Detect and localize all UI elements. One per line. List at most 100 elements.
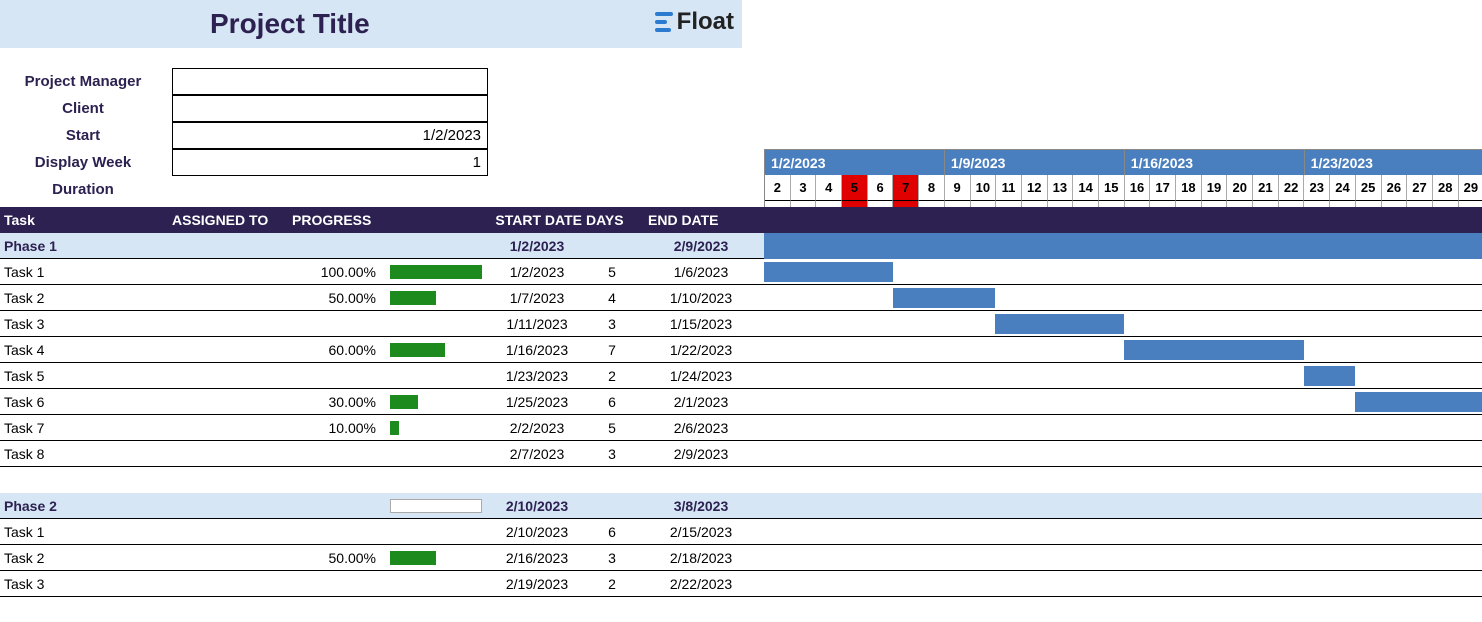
column-header-row: Task ASSIGNED TO PROGRESS START DATE DAY… <box>0 207 1482 233</box>
progress-bar <box>390 522 488 542</box>
days[interactable]: 6 <box>586 394 638 410</box>
task-row[interactable]: Task 1 2/10/202362/15/2023 <box>0 519 1482 545</box>
task-name[interactable]: Task 3 <box>0 576 172 592</box>
progress-value[interactable]: 50.00% <box>292 550 390 566</box>
task-name[interactable]: Task 8 <box>0 446 172 462</box>
col-end: END DATE <box>638 212 764 228</box>
phase-row[interactable]: Phase 1 1/2/2023 2/9/2023 <box>0 233 1482 259</box>
task-row[interactable]: Task 4 60.00% 1/16/202371/22/2023 <box>0 337 1482 363</box>
gantt-bar[interactable] <box>995 314 1124 334</box>
progress-bar <box>390 236 488 256</box>
gantt-bar[interactable] <box>1124 340 1304 360</box>
days[interactable]: 3 <box>586 446 638 462</box>
day-number: 6 <box>868 175 894 201</box>
task-row[interactable]: Task 7 10.00% 2/2/202352/6/2023 <box>0 415 1482 441</box>
end-date[interactable]: 1/24/2023 <box>638 368 764 384</box>
task-row[interactable]: Task 3 2/19/202322/22/2023 <box>0 571 1482 597</box>
start-date[interactable]: 1/7/2023 <box>488 290 586 306</box>
days[interactable]: 3 <box>586 550 638 566</box>
end-date[interactable]: 2/22/2023 <box>638 576 764 592</box>
day-number: 24 <box>1330 175 1356 201</box>
task-row[interactable]: Task 2 50.00% 2/16/202332/18/2023 <box>0 545 1482 571</box>
gantt-grid: Task ASSIGNED TO PROGRESS START DATE DAY… <box>0 207 1482 597</box>
progress-value[interactable]: 100.00% <box>292 264 390 280</box>
task-name[interactable]: Task 7 <box>0 420 172 436</box>
gantt-bar[interactable] <box>893 288 996 308</box>
days[interactable]: 2 <box>586 368 638 384</box>
start-date[interactable]: 1/25/2023 <box>488 394 586 410</box>
gantt-bar[interactable] <box>1304 366 1355 386</box>
progress-value[interactable]: 50.00% <box>292 290 390 306</box>
meta-input-display-week[interactable]: 1 <box>172 149 488 176</box>
task-row[interactable]: Task 1 100.00% 1/2/202351/6/2023 <box>0 259 1482 285</box>
day-number: 22 <box>1279 175 1305 201</box>
end-date[interactable]: 2/15/2023 <box>638 524 764 540</box>
start-date[interactable]: 2/10/2023 <box>488 498 586 514</box>
start-date[interactable]: 2/10/2023 <box>488 524 586 540</box>
task-row[interactable]: Task 2 50.00% 1/7/202341/10/2023 <box>0 285 1482 311</box>
start-date[interactable]: 2/16/2023 <box>488 550 586 566</box>
day-number: 2 <box>765 175 791 201</box>
days[interactable]: 4 <box>586 290 638 306</box>
end-date[interactable]: 2/1/2023 <box>638 394 764 410</box>
progress-bar <box>390 366 488 386</box>
phase-row[interactable]: Phase 2 2/10/2023 3/8/2023 <box>0 493 1482 519</box>
days[interactable]: 5 <box>586 264 638 280</box>
days[interactable]: 6 <box>586 524 638 540</box>
end-date[interactable]: 2/18/2023 <box>638 550 764 566</box>
task-name[interactable]: Task 2 <box>0 550 172 566</box>
meta-input-pm[interactable] <box>172 68 488 95</box>
end-date[interactable]: 1/15/2023 <box>638 316 764 332</box>
day-number: 28 <box>1433 175 1459 201</box>
days[interactable]: 5 <box>586 420 638 436</box>
end-date[interactable]: 2/9/2023 <box>638 446 764 462</box>
day-number: 4 <box>816 175 842 201</box>
days[interactable]: 2 <box>586 576 638 592</box>
meta-input-duration[interactable] <box>172 176 488 203</box>
start-date[interactable]: 1/2/2023 <box>488 264 586 280</box>
task-name[interactable]: Task 2 <box>0 290 172 306</box>
project-title[interactable]: Project Title <box>210 8 370 40</box>
end-date[interactable]: 1/10/2023 <box>638 290 764 306</box>
task-name[interactable]: Phase 1 <box>0 238 172 254</box>
gantt-bar[interactable] <box>764 262 893 282</box>
meta-input-start[interactable]: 1/2/2023 <box>172 122 488 149</box>
task-name[interactable]: Task 6 <box>0 394 172 410</box>
task-name[interactable]: Task 1 <box>0 264 172 280</box>
task-name[interactable]: Task 4 <box>0 342 172 358</box>
end-date[interactable]: 1/6/2023 <box>638 264 764 280</box>
progress-value[interactable]: 60.00% <box>292 342 390 358</box>
task-name[interactable]: Task 1 <box>0 524 172 540</box>
end-date[interactable]: 3/8/2023 <box>638 498 764 514</box>
task-name[interactable]: Phase 2 <box>0 498 172 514</box>
start-date[interactable]: 1/23/2023 <box>488 368 586 384</box>
task-row[interactable]: Task 8 2/7/202332/9/2023 <box>0 441 1482 467</box>
start-date[interactable]: 1/16/2023 <box>488 342 586 358</box>
progress-fill <box>390 265 482 279</box>
start-date[interactable]: 1/2/2023 <box>488 238 586 254</box>
start-date[interactable]: 2/19/2023 <box>488 576 586 592</box>
progress-bar <box>390 392 488 412</box>
task-name[interactable]: Task 3 <box>0 316 172 332</box>
task-name[interactable]: Task 5 <box>0 368 172 384</box>
progress-value[interactable]: 10.00% <box>292 420 390 436</box>
col-assigned: ASSIGNED TO <box>172 212 292 228</box>
start-date[interactable]: 2/2/2023 <box>488 420 586 436</box>
progress-value[interactable]: 30.00% <box>292 394 390 410</box>
progress-fill <box>390 421 399 435</box>
float-logo: Float <box>655 8 734 36</box>
meta-input-client[interactable] <box>172 95 488 122</box>
task-row[interactable]: Task 3 1/11/202331/15/2023 <box>0 311 1482 337</box>
days[interactable]: 3 <box>586 316 638 332</box>
end-date[interactable]: 2/9/2023 <box>638 238 764 254</box>
days[interactable]: 7 <box>586 342 638 358</box>
task-row[interactable]: Task 5 1/23/202321/24/2023 <box>0 363 1482 389</box>
gantt-bar[interactable] <box>764 233 1482 259</box>
start-date[interactable]: 1/11/2023 <box>488 316 586 332</box>
day-number: 8 <box>919 175 945 201</box>
end-date[interactable]: 2/6/2023 <box>638 420 764 436</box>
end-date[interactable]: 1/22/2023 <box>638 342 764 358</box>
task-row[interactable]: Task 6 30.00% 1/25/202362/1/2023 <box>0 389 1482 415</box>
start-date[interactable]: 2/7/2023 <box>488 446 586 462</box>
gantt-bar[interactable] <box>1355 392 1482 412</box>
